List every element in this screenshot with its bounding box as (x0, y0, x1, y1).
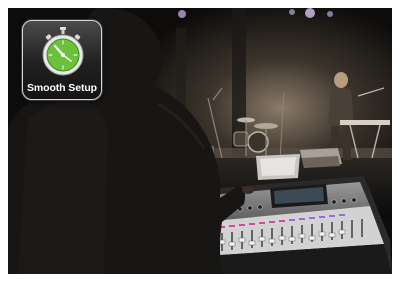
badge-label: Smooth Setup (27, 82, 97, 94)
hero-image: Smooth Setup (8, 8, 392, 274)
smooth-setup-badge: Smooth Setup (22, 20, 102, 100)
stopwatch-icon (42, 27, 84, 76)
